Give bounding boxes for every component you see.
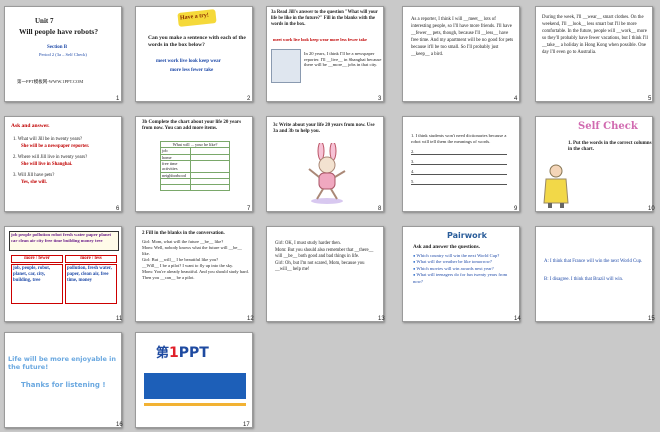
word-box: meet work live look keep wear more less … (273, 37, 367, 42)
logo-text: PPT (178, 345, 209, 361)
conversation-line: Girl: OK, I must study harder then. (275, 241, 341, 246)
info-panel (144, 373, 246, 399)
word-list-1: meet work live look keep wear (156, 59, 221, 64)
decorative-bar (144, 403, 246, 406)
slide-number: 6 (116, 206, 120, 212)
column-header-more-less: more / less (65, 255, 117, 263)
slide-number: 11 (116, 316, 123, 322)
slide-number: 2 (247, 96, 251, 102)
question-text: Can you make a sentence with each of the… (148, 35, 246, 48)
thanks-message: Thanks for listening ! (21, 381, 106, 389)
passage-text: During the week, I'll __wear__ smart clo… (542, 15, 648, 55)
slide-number: 8 (378, 206, 382, 212)
conversation-line: Mom: You're already beautiful. And you s… (142, 269, 249, 281)
ask-answer-heading: Ask and answer the questions. (413, 244, 480, 250)
exercise-heading: 3c Write about your life 20 years from n… (273, 123, 375, 135)
slide-thumbnail-12[interactable]: 2 Fill in the blanks in the conversation… (135, 226, 253, 322)
conversation-block: Girl: OK, I must study harder then. Mom:… (275, 241, 379, 274)
slide-thumbnail-16[interactable]: Life will be more enjoyable in the futur… (4, 332, 122, 428)
slide-number: 16 (116, 422, 123, 428)
question-1: 1. What will Jill be in twenty years? (13, 137, 83, 142)
blank-lines: 2. 3. 4. 5. (411, 149, 507, 185)
slide-thumbnail-2[interactable]: Have a try! Can you make a sentence with… (135, 6, 253, 102)
closing-message: Life will be more enjoyable in the futur… (8, 355, 117, 372)
ask-answer-heading: Ask and answer. (11, 123, 50, 129)
column-header-more-fewer: more / fewer (11, 255, 63, 263)
table-cell-input[interactable] (190, 184, 230, 192)
slide-thumbnail-17[interactable]: 第1PPT (135, 332, 253, 428)
table-row: free time activities (160, 160, 191, 173)
newspaper-image (271, 49, 301, 83)
passage-text: In 20 years, I think I'll be a newspaper… (304, 51, 382, 68)
slide-thumbnail-7[interactable]: 3b Complete the chart about your life 20… (135, 116, 253, 212)
dialog-line-a: A: I think that France will win the next… (544, 259, 643, 264)
slide-thumbnail-14[interactable]: Pairwork Ask and answer the questions. W… (402, 226, 520, 322)
exercise-heading: 3b Complete the chart about your life 20… (142, 120, 242, 132)
slide-subtitle: Will people have robots? (19, 27, 99, 36)
list-item: What will teenagers do for fun twenty ye… (413, 272, 517, 285)
question-list: Which country will win the next World Cu… (413, 253, 517, 285)
slide-thumbnail-11[interactable]: job people pollution robot fresh water p… (4, 226, 122, 322)
word-list-2: more less fewer take (170, 68, 214, 73)
list-item[interactable]: 4. (411, 169, 507, 175)
word-list: job people pollution robot fresh water p… (11, 232, 112, 243)
slide-thumbnail-9[interactable]: 1. I think students won't need dictionar… (402, 116, 520, 212)
life-chart-table: What will ... your be like? job home fre… (160, 140, 230, 192)
passage-text: As a reporter, I think I will __meet__ l… (411, 17, 514, 57)
question-2: 2. Where will Jill live in twenty years? (13, 155, 88, 160)
slide-number: 13 (378, 316, 385, 322)
slide-number: 9 (514, 206, 518, 212)
conversation-line: Mom: Well, nobody knows what the future … (142, 245, 242, 257)
period-label: Period 2 (3a – Self Check) (39, 52, 87, 57)
slide-thumbnail-1[interactable]: Unit 7 Will people have robots? Section … (4, 6, 122, 102)
dialog-line-b: B: I disagree. I think that Brazil will … (544, 277, 624, 282)
slide-number: 3 (378, 96, 382, 102)
list-item[interactable]: 5. (411, 179, 507, 185)
instruction-text: 1. Put the words in the correct columns … (568, 141, 652, 153)
table-row (160, 184, 191, 192)
slide-thumbnail-6[interactable]: Ask and answer. 1. What will Jill be in … (4, 116, 122, 212)
question-3: 3. Will Jill have pets? (13, 173, 55, 178)
answer-2: She will live in Shanghai. (21, 162, 73, 167)
slide-thumbnail-13[interactable]: Girl: OK, I must study harder then. Mom:… (266, 226, 384, 322)
conversation-line: Mom: But you should also remember that _… (275, 247, 374, 260)
answer-3: Yes, she will. (21, 180, 47, 185)
slide-thumbnail-8[interactable]: 3c Write about your life 20 years from n… (266, 116, 384, 212)
slide-thumbnail-15[interactable]: A: I think that France will win the next… (535, 226, 653, 322)
example-sentence: 1. I think students won't need dictionar… (411, 133, 507, 144)
slide-number: 7 (247, 206, 251, 212)
slide-number: 12 (247, 316, 254, 322)
conversation-line: Girl: Oh, but I'm not scared, Mom, becau… (275, 260, 365, 273)
slide-thumbnail-3[interactable]: 3a Read Jill's answer to the question "W… (266, 6, 384, 102)
slide-number: 15 (648, 316, 655, 322)
slide-thumbnail-4[interactable]: As a reporter, I think I will __meet__ l… (402, 6, 520, 102)
slide-number: 1 (116, 96, 120, 102)
exercise-heading: 3a Read Jill's answer to the question "W… (271, 10, 378, 27)
logo-char: 第 (156, 346, 170, 361)
slide-thumbnail-5[interactable]: During the week, I'll __wear__ smart clo… (535, 6, 653, 102)
slide-number: 10 (648, 206, 655, 212)
list-item[interactable]: 2. (411, 149, 507, 155)
slide-number: 5 (648, 96, 652, 102)
section-label: Section B (47, 45, 68, 50)
table-cell-input[interactable] (190, 160, 230, 173)
dancing-bunny-illustration (308, 143, 346, 204)
slide-title: Unit 7 (35, 17, 54, 25)
footer-text: 第一PPT模板网-WWW.1PPT.COM (17, 79, 84, 84)
list-item[interactable]: 3. (411, 159, 507, 165)
column-list-more-less: pollution, fresh water, paper, clean air… (65, 264, 117, 304)
ppt-logo: 第1PPT (156, 345, 209, 363)
exercise-heading: 2 Fill in the blanks in the conversation… (142, 231, 225, 236)
answer-1: She will be a newspaper reporter. (21, 144, 90, 149)
pairwork-banner: Pairwork (447, 231, 487, 240)
teacher-illustration (543, 164, 569, 208)
slide-number: 4 (514, 96, 518, 102)
conversation-block: Girl: Mom, what will the future __be__ l… (142, 239, 250, 281)
column-list-more-fewer: job, people, robot, planet, car, city, b… (11, 264, 63, 304)
slide-number: 17 (243, 422, 250, 428)
logo-one: 1 (169, 345, 179, 361)
slide-thumbnail-10[interactable]: Self Check 1. Put the words in the corre… (535, 116, 653, 212)
slide-number: 14 (514, 316, 521, 322)
self-check-banner: Self Check (578, 121, 638, 132)
